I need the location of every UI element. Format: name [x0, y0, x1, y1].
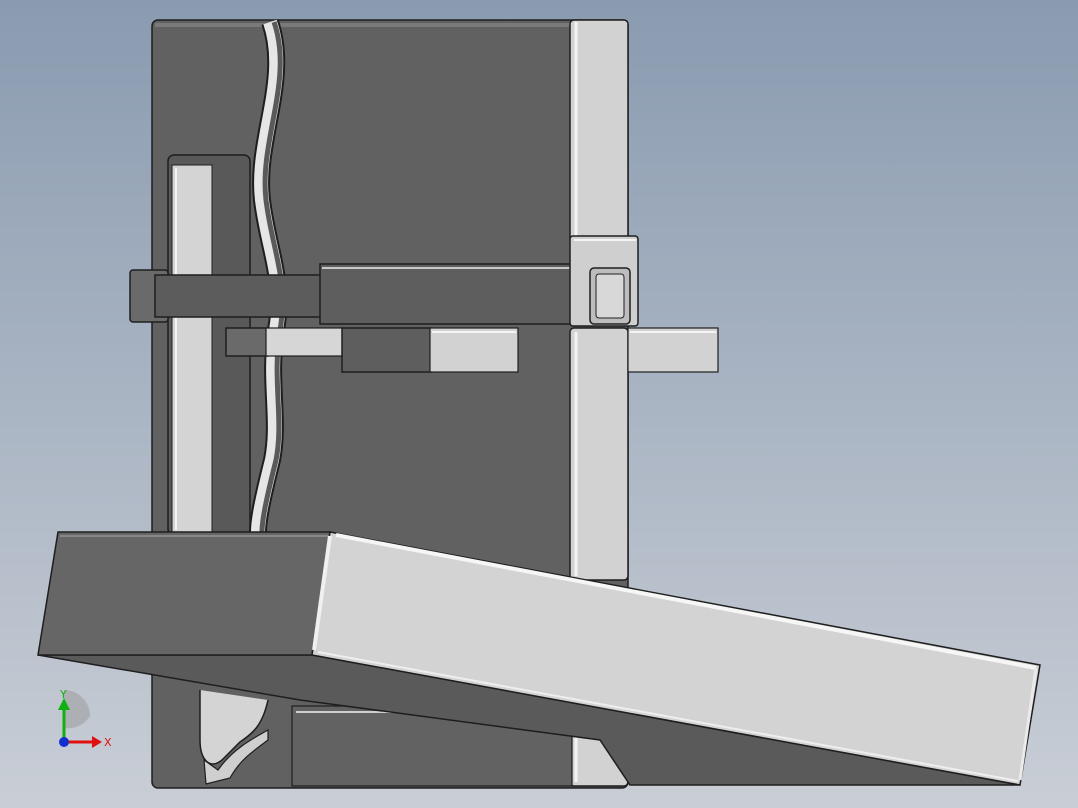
right-upper-rail[interactable] — [569, 19, 629, 243]
right-lower-rail[interactable] — [569, 327, 629, 581]
cad-3d-viewport[interactable]: Y X — [0, 0, 1078, 808]
y-axis-label: Y — [59, 688, 67, 701]
right-clamp-block[interactable] — [569, 235, 639, 327]
z-axis-dot — [59, 737, 69, 747]
cad-model-view[interactable]: Y X — [0, 0, 1078, 808]
x-axis-label: X — [104, 736, 112, 749]
